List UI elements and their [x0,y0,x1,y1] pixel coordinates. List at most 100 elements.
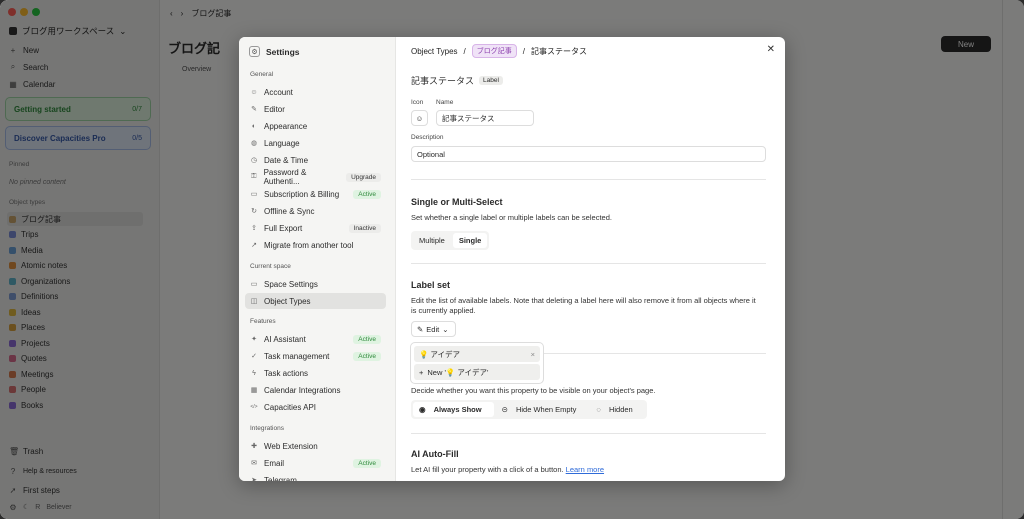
settings-nav-item[interactable]: </> Capacities API [245,399,386,415]
option-single[interactable]: Single [452,233,488,248]
crumb-object-types[interactable]: Object Types [411,47,458,56]
nav-item-label: Telegram [264,475,297,482]
label-set-title: Label set [411,280,451,290]
nav-item-label: Password & Authenti... [263,168,307,186]
visibility-toggle: ◉ Always Show ⊝ Hide When Empty ◌ Hidden [411,400,647,419]
divider [411,433,766,434]
status-badge: Upgrade [346,172,381,182]
section-general: General [250,71,274,78]
nav-item-label: Migrate from another tool [264,240,354,250]
sparkle-icon: ✦ [251,336,257,343]
send-icon: ➤ [251,477,257,481]
property-heading: 記事ステータス Label [411,74,503,87]
description-field[interactable]: Optional [411,146,766,162]
settings-nav-item[interactable]: ↻ Offline & Sync [245,203,386,219]
ai-autofill-desc: Let AI fill your property with a click o… [411,465,761,475]
property-name: 記事ステータス [411,76,475,86]
settings-nav-item[interactable]: ϟ Task actions [245,365,386,381]
settings-nav-item[interactable]: ▭ Subscription & Billing Active [245,186,386,202]
new-label-text: New '💡 アイデア' [427,367,489,377]
remove-icon[interactable]: × [531,350,535,359]
settings-nav-item[interactable]: ➤ Telegram [245,472,386,482]
status-badge: Inactive [348,223,381,233]
select-mode-title: Single or Multi-Select [411,197,503,207]
settings-nav-item[interactable]: ⇪ Full Export Inactive [245,220,386,236]
name-field[interactable]: 記事ステータス [436,110,534,126]
label-item-text: 💡 アイデア [419,349,461,359]
option-hidden[interactable]: ◌ Hidden [590,402,644,417]
settings-nav-item[interactable]: ✚ Web Extension [245,438,386,454]
settings-nav-item[interactable]: ◐ Appearance [245,118,386,134]
nav-item-label: Appearance [264,121,308,131]
nav-item-label: Capacities API [264,402,317,412]
hidden-label: Hidden [608,405,633,414]
settings-header: ⚙ Settings [249,46,300,57]
settings-title: Settings [266,46,300,57]
sync-icon: ↻ [251,208,257,215]
status-badge: Active [353,458,381,468]
nav-item-label: Date & Time [264,155,309,165]
crumb-type-pill[interactable]: ブログ記事 [471,44,517,58]
learn-more-link[interactable]: Learn more [566,465,604,474]
export-icon: ⇪ [251,225,257,232]
key-icon: ⚿ [251,173,257,180]
new-label-item[interactable]: + New '💡 アイデア' [414,364,540,380]
icon-picker[interactable]: ☺ [411,110,428,126]
monitor-icon: ▭ [250,281,258,288]
calendar-icon: ▦ [250,387,258,394]
edit-labels-button[interactable]: ✎ Edit ⌄ [411,321,456,337]
check-icon: ✓ [251,353,257,360]
code-icon: </> [250,404,258,410]
nav-item-label: Task management [264,351,330,361]
option-hide-when-empty[interactable]: ⊝ Hide When Empty [496,402,589,417]
crumb-property: 記事ステータス [531,46,588,56]
plus-icon: + [419,367,424,377]
divider [411,179,766,180]
option-always-show[interactable]: ◉ Always Show [413,402,494,417]
app-window: ブログ用ワークスペース⌄ +New ⌕Search ▦Calendar Gett… [0,0,1024,519]
breadcrumb: Object Types / ブログ記事 / 記事ステータス [411,44,587,58]
settings-nav-item[interactable]: ✦ AI Assistant Active [245,331,386,347]
nav-item-label: Editor [264,104,285,114]
settings-nav-item[interactable]: ▭ Space Settings [245,276,386,292]
bolt-icon: ϟ [252,369,256,377]
settings-nav-item[interactable]: ◍ Language [245,135,386,151]
nav-item-label: Language [264,138,300,148]
settings-nav: ⚙ Settings General ☺ Account ✎ Editor ◐ Appear… [239,37,396,481]
nav-item-label: Offline & Sync [264,206,315,216]
pencil-icon: ✎ [417,324,424,334]
gear-icon: ⚙ [249,46,260,57]
select-mode-desc: Set whether a single label or multiple l… [411,213,612,222]
option-multiple[interactable]: Multiple [413,233,451,248]
nav-item-label: Subscription & Billing [264,189,340,199]
select-mode-toggle: Multiple Single [411,231,490,250]
close-icon[interactable]: ✕ [767,44,775,55]
visibility-desc: Decide whether you want this property to… [411,386,656,395]
nav-item-label: Email [264,458,285,468]
label-item[interactable]: 💡 アイデア × [414,346,540,362]
name-value: 記事ステータス [442,113,495,123]
settings-nav-item[interactable]: ☺ Account [245,84,386,100]
settings-nav-item[interactable]: ▦ Calendar Integrations [245,382,386,398]
settings-nav-item[interactable]: ✓ Task management Active [245,348,386,364]
box-icon: ◫ [250,298,258,305]
smiley-icon: ☺ [415,113,424,123]
status-badge: Active [353,189,381,199]
settings-nav-item[interactable]: ↗ Migrate from another tool [245,237,386,253]
globe-icon: ◍ [250,140,258,147]
settings-nav-item[interactable]: ✎ Editor [245,101,386,117]
divider [411,263,766,264]
nav-item-label: Full Export [264,223,303,233]
status-badge: Active [353,334,381,344]
settings-nav-item[interactable]: ◫ Object Types [245,293,386,309]
nav-item-label: Account [264,87,293,97]
card-icon: ▭ [250,191,258,198]
edit-label: Edit [426,324,440,334]
settings-nav-item[interactable]: ⚿ Password & Authenti... Upgrade [245,168,386,186]
settings-nav-item[interactable]: ✉ Email Active [245,455,386,471]
nav-item-label: Web Extension [264,441,318,451]
property-type-tag: Label [479,76,503,85]
label-set-desc: Edit the list of available labels. Note … [411,296,756,315]
puzzle-icon: ✚ [251,443,257,450]
settings-nav-item[interactable]: ◷ Date & Time [245,152,386,168]
